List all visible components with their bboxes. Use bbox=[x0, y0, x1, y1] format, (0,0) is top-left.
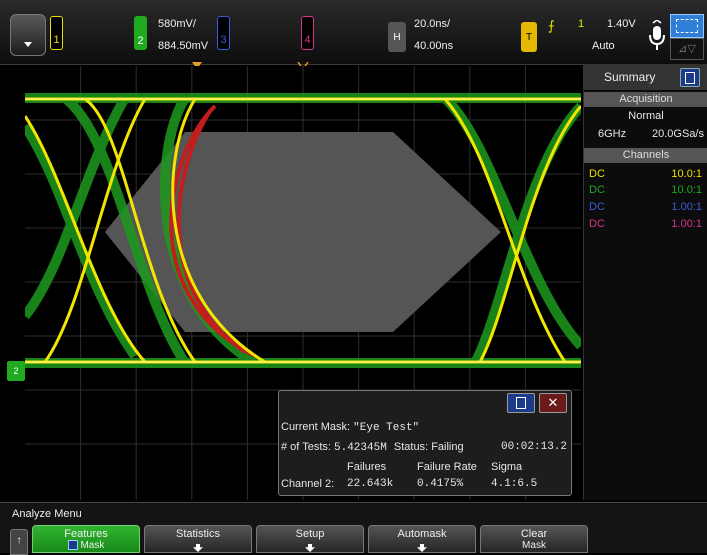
close-icon: ✕ bbox=[547, 395, 559, 410]
col-sigma-header: Sigma bbox=[491, 461, 523, 473]
acquisition-section-title: Acquisition bbox=[584, 92, 707, 107]
microphone-icon[interactable] bbox=[648, 20, 666, 54]
acquisition-mode: Normal bbox=[628, 110, 664, 122]
sample-rate-value: 20.0GSa/s bbox=[652, 128, 704, 140]
setup-softkey[interactable]: Setup bbox=[256, 525, 364, 553]
clear-mask-softkey[interactable]: Clear Mask bbox=[480, 525, 588, 553]
channels-section-title: Channels bbox=[584, 148, 707, 163]
summary-side-panel: Summary Acquisition Normal 6GHz 20.0GSa/… bbox=[583, 64, 707, 500]
clear-label: Clear bbox=[520, 528, 548, 540]
setup-label: Setup bbox=[295, 528, 325, 540]
failure-rate-value: 0.4175% bbox=[417, 478, 464, 490]
main-menu-button[interactable] bbox=[10, 14, 46, 56]
col-failure-rate-header: Failure Rate bbox=[417, 461, 477, 473]
status-value: Failing bbox=[431, 441, 464, 453]
arrow-down-icon bbox=[193, 544, 203, 552]
channel-4-coupling: DC bbox=[589, 218, 605, 230]
panel-menu-icon[interactable] bbox=[680, 68, 700, 87]
tests-value: 5.42345M bbox=[334, 442, 387, 454]
automask-softkey[interactable]: Automask bbox=[368, 525, 476, 553]
statistics-softkey[interactable]: Statistics bbox=[144, 525, 252, 553]
touch-gesture-icon[interactable]: ⊿▽ bbox=[670, 38, 704, 60]
tests-label: # of Tests: bbox=[281, 441, 331, 453]
automask-label: Automask bbox=[397, 528, 447, 540]
features-softkey[interactable]: Features Mask bbox=[32, 525, 140, 553]
trigger-level: 1.40V bbox=[607, 18, 636, 30]
time-position-value: 40.00ns bbox=[414, 40, 454, 52]
channel-2-ground-marker[interactable]: 2 bbox=[7, 361, 25, 381]
channel-3-button[interactable]: 3 bbox=[217, 16, 230, 50]
popup-close-button[interactable]: ✕ bbox=[539, 393, 567, 413]
horizontal-button[interactable]: H bbox=[388, 22, 406, 52]
channel-3-probe-ratio: 1.00:1 bbox=[671, 201, 702, 213]
channel-4-probe-ratio: 1.00:1 bbox=[671, 218, 702, 230]
popup-menu-button[interactable] bbox=[507, 393, 535, 413]
summary-header[interactable]: Summary bbox=[584, 64, 707, 90]
top-status-bar: 1 2 580mV/ 884.50mV 3 4 H 20.0ns/ 40.00n… bbox=[0, 0, 707, 65]
timebase-value: 20.0ns/ bbox=[414, 18, 451, 30]
current-mask-row: Current Mask: "Eye Test" bbox=[281, 421, 419, 434]
zoom-select-icon[interactable] bbox=[670, 14, 704, 38]
channel-4-button[interactable]: 4 bbox=[301, 16, 314, 50]
channel-2-result-label: Channel 2: bbox=[281, 478, 335, 490]
channel-2-scale: 580mV/ bbox=[158, 18, 196, 30]
channel-2-button[interactable]: 2 bbox=[134, 16, 147, 50]
trigger-mode: Auto bbox=[592, 40, 615, 52]
arrow-down-icon bbox=[305, 544, 315, 552]
channel-2-coupling: DC bbox=[589, 184, 605, 196]
checkbox-icon bbox=[67, 540, 78, 551]
current-mask-value: "Eye Test" bbox=[353, 422, 420, 434]
trigger-source: 1 bbox=[578, 18, 585, 30]
sigma-value: 4.1:6.5 bbox=[491, 478, 538, 490]
arrow-down-icon bbox=[417, 544, 427, 552]
col-failures-header: Failures bbox=[347, 461, 387, 473]
softkey-bar: Analyze Menu ↑ Features Mask Statistics … bbox=[0, 502, 707, 555]
features-label: Features bbox=[64, 528, 108, 540]
current-mask-label: Current Mask: bbox=[281, 421, 351, 433]
clear-sub-label: Mask bbox=[522, 540, 546, 551]
arrow-up-icon: ↑ bbox=[16, 535, 22, 546]
features-sub-row: Mask bbox=[33, 540, 139, 551]
features-sub-label: Mask bbox=[80, 540, 105, 551]
tests-row: # of Tests: 5.42345M Status: Failing 00:… bbox=[281, 441, 571, 454]
channel-3-coupling: DC bbox=[589, 201, 605, 213]
status-label: Status: bbox=[393, 441, 429, 453]
statistics-label: Statistics bbox=[175, 528, 220, 540]
failures-value: 22.643k bbox=[347, 478, 394, 490]
chevron-down-icon bbox=[24, 42, 32, 47]
menu-title: Analyze Menu bbox=[12, 508, 82, 520]
elapsed-time: 00:02:13.2 bbox=[501, 441, 568, 453]
channel-1-coupling: DC bbox=[589, 168, 605, 180]
channel-1-button[interactable]: 1 bbox=[50, 16, 63, 50]
trigger-edge-icon: ⨍ bbox=[548, 18, 555, 33]
bandwidth-value: 6GHz bbox=[598, 128, 627, 140]
mask-test-results-panel[interactable]: ✕ Current Mask: "Eye Test" # of Tests: 5… bbox=[278, 390, 572, 496]
channel-1-probe-ratio: 10.0:1 bbox=[671, 168, 702, 180]
trigger-button[interactable]: T bbox=[521, 22, 537, 52]
channel-2-offset: 884.50mV bbox=[158, 40, 209, 52]
back-button[interactable]: ↑ bbox=[10, 529, 28, 555]
channel-2-probe-ratio: 10.0:1 bbox=[671, 184, 702, 196]
summary-title: Summary bbox=[604, 70, 656, 84]
